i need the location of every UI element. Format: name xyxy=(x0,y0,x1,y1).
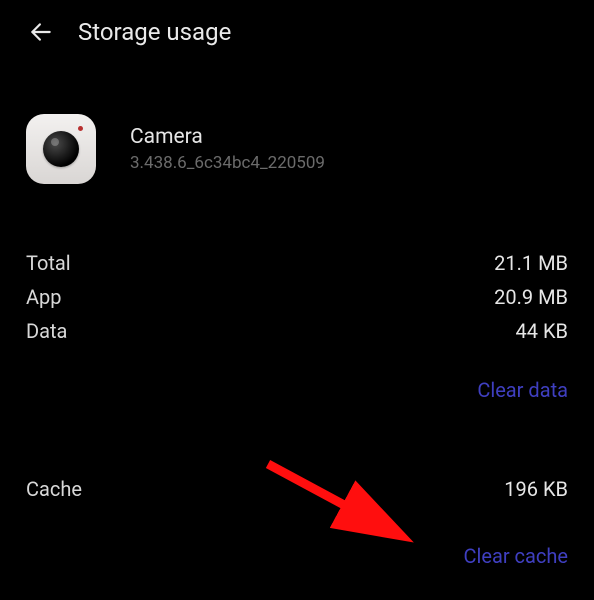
stat-row-data: Data 44 KB xyxy=(26,314,568,348)
stat-value-cache: 196 KB xyxy=(504,477,568,501)
header-bar: Storage usage xyxy=(0,0,594,64)
stat-label-app: App xyxy=(26,285,62,309)
app-name: Camera xyxy=(130,125,325,149)
app-info-row: Camera 3.438.6_6c34bc4_220509 xyxy=(0,64,594,184)
cache-section: Cache 196 KB xyxy=(0,402,594,506)
stat-label-total: Total xyxy=(26,251,71,275)
stat-value-data: 44 KB xyxy=(516,319,568,343)
stat-value-app: 20.9 MB xyxy=(494,285,568,309)
stat-value-total: 21.1 MB xyxy=(494,251,568,275)
back-arrow-icon[interactable] xyxy=(28,19,54,45)
clear-cache-row: Clear cache xyxy=(0,506,594,568)
stat-row-app: App 20.9 MB xyxy=(26,280,568,314)
stat-row-cache: Cache 196 KB xyxy=(26,472,568,506)
stat-row-total: Total 21.1 MB xyxy=(26,246,568,280)
camera-app-icon xyxy=(26,114,96,184)
app-info-text: Camera 3.438.6_6c34bc4_220509 xyxy=(130,125,325,173)
page-title: Storage usage xyxy=(78,18,231,46)
clear-data-button[interactable]: Clear data xyxy=(477,378,568,402)
clear-data-row: Clear data xyxy=(0,348,594,402)
app-version: 3.438.6_6c34bc4_220509 xyxy=(130,153,325,173)
stat-label-cache: Cache xyxy=(26,477,82,501)
stat-label-data: Data xyxy=(26,319,67,343)
storage-stats: Total 21.1 MB App 20.9 MB Data 44 KB xyxy=(0,184,594,348)
clear-cache-button[interactable]: Clear cache xyxy=(463,544,568,568)
